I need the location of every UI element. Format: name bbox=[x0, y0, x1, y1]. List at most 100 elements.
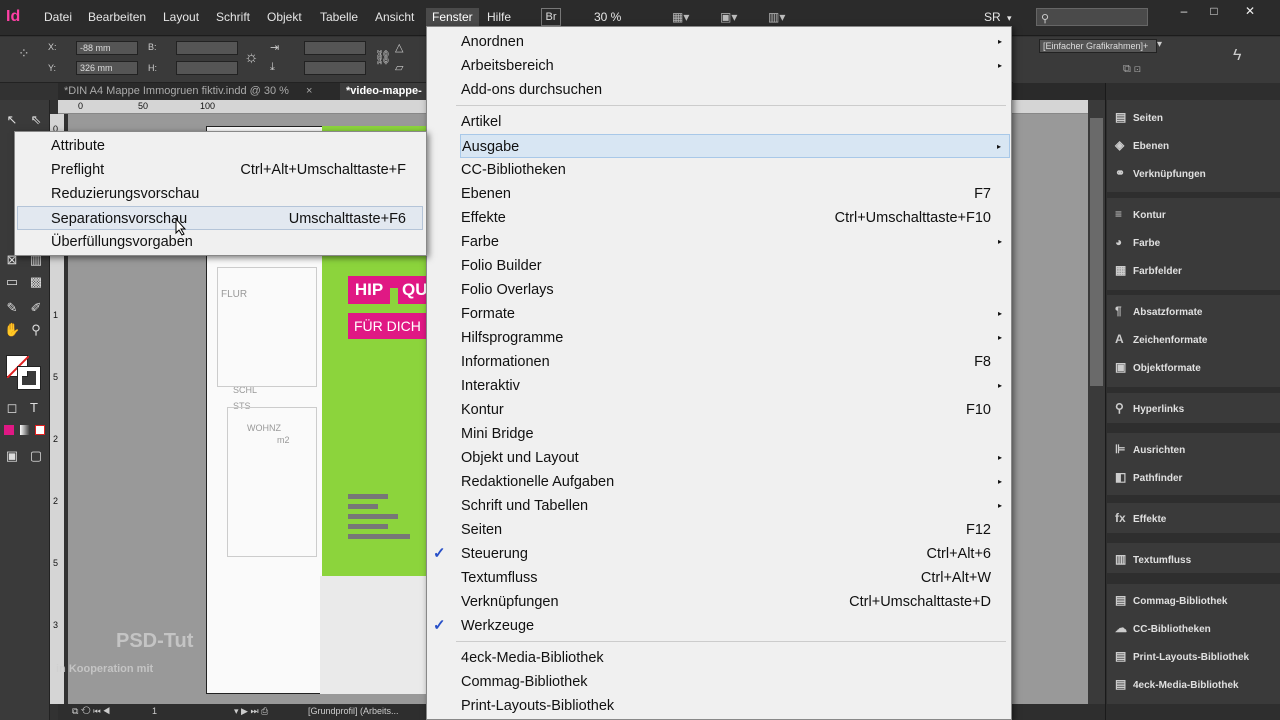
page-nav-next-icon[interactable]: ▾ ▶ ⏭ ⎙ bbox=[234, 706, 268, 717]
selection-tool-icon[interactable]: ↖ bbox=[4, 112, 20, 128]
menu-item-farbe[interactable]: Farbe ▸ bbox=[460, 230, 1010, 254]
search-input[interactable]: ⚲ bbox=[1036, 8, 1148, 26]
bridge-button[interactable]: Br bbox=[541, 8, 561, 26]
menu-item-cc-bibliotheken[interactable]: CC-Bibliotheken bbox=[460, 158, 1010, 182]
close-icon[interactable]: × bbox=[306, 85, 312, 97]
zoom-tool-icon[interactable]: ⚲ bbox=[28, 322, 44, 338]
formatting-text-icon[interactable]: T bbox=[26, 400, 42, 416]
menu-hilfe[interactable]: Hilfe bbox=[487, 10, 511, 24]
panel-objektformate[interactable]: ▣ Objektformate bbox=[1115, 359, 1201, 375]
link-icon[interactable]: ⛓ bbox=[374, 49, 392, 66]
menu-objekt[interactable]: Objekt bbox=[267, 10, 302, 24]
panel-effekte[interactable]: fx Effekte bbox=[1115, 510, 1166, 526]
panel-hyperlinks[interactable]: ⚲ Hyperlinks bbox=[1115, 400, 1184, 416]
panel-ebenen[interactable]: ◈ Ebenen bbox=[1115, 137, 1169, 153]
height-field[interactable] bbox=[176, 61, 238, 75]
gradient-feather-tool-icon[interactable]: ▩ bbox=[28, 274, 44, 290]
panel-textumfluss[interactable]: ▥ Textumfluss bbox=[1115, 551, 1191, 567]
submenu-item-attribute[interactable]: Attribute bbox=[50, 134, 422, 158]
formatting-container-icon[interactable]: ◻ bbox=[4, 400, 20, 416]
panel-absatzformate[interactable]: ¶ Absatzformate bbox=[1115, 303, 1202, 319]
menu-tabelle[interactable]: Tabelle bbox=[320, 10, 358, 24]
submenu-item-überfüllungsvorgaben[interactable]: Überfüllungsvorgaben bbox=[50, 230, 422, 254]
menu-item-werkzeuge[interactable]: Werkzeuge bbox=[460, 614, 1010, 638]
reference-point-icon[interactable]: ⁘ bbox=[18, 45, 30, 62]
panel-commag-bibliothek[interactable]: ▤ Commag-Bibliothek bbox=[1115, 592, 1227, 608]
menu-layout[interactable]: Layout bbox=[163, 10, 199, 24]
apply-color-icon[interactable] bbox=[4, 425, 14, 435]
menu-item-folio-overlays[interactable]: Folio Overlays bbox=[460, 278, 1010, 302]
menu-item-folio-builder[interactable]: Folio Builder bbox=[460, 254, 1010, 278]
menu-item-informationen[interactable]: Informationen F8 bbox=[460, 350, 1010, 374]
menu-item-schrift-und-tabellen[interactable]: Schrift und Tabellen ▸ bbox=[460, 494, 1010, 518]
screen-mode-icon[interactable]: ▣▾ bbox=[720, 10, 737, 24]
submenu-item-separationsvorschau[interactable]: Separationsvorschau Umschalttaste+F6 bbox=[17, 206, 423, 230]
chevron-down-icon[interactable]: ▾ bbox=[1007, 13, 1012, 24]
panel-verknüpfungen[interactable]: ⚭ Verknüpfungen bbox=[1115, 165, 1206, 181]
minimize-button[interactable]: – bbox=[1170, 4, 1198, 18]
panel-ausrichten[interactable]: ⊫ Ausrichten bbox=[1115, 441, 1185, 457]
panel-4eck-media-bibliothek[interactable]: ▤ 4eck-Media-Bibliothek bbox=[1115, 676, 1239, 692]
tab-din-a4-mappe[interactable]: *DIN A4 Mappe Immogruen fiktiv.indd @ 30… bbox=[58, 83, 318, 100]
panel-pathfinder[interactable]: ◧ Pathfinder bbox=[1115, 469, 1182, 485]
constrain-proportions-icon[interactable]: ☼ bbox=[244, 49, 259, 67]
menu-item-commag-bibliothek[interactable]: Commag-Bibliothek bbox=[460, 670, 1010, 694]
x-field[interactable]: -88 mm bbox=[76, 41, 138, 55]
y-field[interactable]: 326 mm bbox=[76, 61, 138, 75]
menu-item-hilfsprogramme[interactable]: Hilfsprogramme ▸ bbox=[460, 326, 1010, 350]
screen-mode-icon[interactable]: ▢ bbox=[28, 448, 44, 464]
lightning-icon[interactable]: ϟ bbox=[1233, 47, 1241, 65]
menu-item-mini-bridge[interactable]: Mini Bridge bbox=[460, 422, 1010, 446]
menu-item-formate[interactable]: Formate ▸ bbox=[460, 302, 1010, 326]
note-tool-icon[interactable]: ✎ bbox=[4, 300, 20, 316]
close-button[interactable]: ✕ bbox=[1236, 4, 1264, 18]
scale-y-field[interactable] bbox=[304, 61, 366, 75]
menu-item-4eck-media-bibliothek[interactable]: 4eck-Media-Bibliothek bbox=[460, 646, 1010, 670]
panel-print-layouts-bibliothek[interactable]: ▤ Print-Layouts-Bibliothek bbox=[1115, 648, 1249, 664]
menu-item-anordnen[interactable]: Anordnen ▸ bbox=[460, 30, 1010, 54]
menu-schrift[interactable]: Schrift bbox=[216, 10, 250, 24]
preflight-profile[interactable]: [Grundprofil] (Arbeits... bbox=[308, 706, 399, 716]
panel-farbfelder[interactable]: ▦ Farbfelder bbox=[1115, 262, 1182, 278]
maximize-button[interactable]: □ bbox=[1200, 4, 1228, 18]
menu-item-objekt-und-layout[interactable]: Objekt und Layout ▸ bbox=[460, 446, 1010, 470]
page-nav-icon[interactable]: ⧉ ⟲ ⏮ ◀ bbox=[72, 706, 110, 717]
view-options-icon[interactable]: ▦▾ bbox=[672, 10, 689, 24]
menu-datei[interactable]: Datei bbox=[44, 10, 72, 24]
menu-item-arbeitsbereich[interactable]: Arbeitsbereich ▸ bbox=[460, 54, 1010, 78]
width-field[interactable] bbox=[176, 41, 238, 55]
panel-cc-bibliotheken[interactable]: ☁ CC-Bibliotheken bbox=[1115, 620, 1211, 636]
hand-tool-icon[interactable]: ✋ bbox=[4, 322, 20, 338]
panel-farbe[interactable]: ◕ Farbe bbox=[1115, 234, 1160, 250]
stroke-swatch[interactable] bbox=[17, 366, 41, 390]
menu-item-ausgabe[interactable]: Ausgabe ▸ bbox=[460, 134, 1010, 158]
menu-item-verknüpfungen[interactable]: Verknüpfungen Ctrl+Umschalttaste+D bbox=[460, 590, 1010, 614]
submenu-item-reduzierungsvorschau[interactable]: Reduzierungsvorschau bbox=[50, 182, 422, 206]
menu-fenster[interactable]: Fenster bbox=[426, 8, 479, 26]
workspace-switcher[interactable]: SR bbox=[984, 10, 1001, 24]
arrange-documents-icon[interactable]: ▥▾ bbox=[768, 10, 785, 24]
frame-fitting-icon[interactable]: ⧉ ⊡ bbox=[1123, 63, 1141, 76]
eyedropper-tool-icon[interactable]: ✐ bbox=[28, 300, 44, 316]
scrollbar-thumb[interactable] bbox=[1090, 118, 1103, 386]
menu-bearbeiten[interactable]: Bearbeiten bbox=[88, 10, 146, 24]
gradient-tool-icon[interactable]: ▭ bbox=[4, 274, 20, 290]
menu-item-textumfluss[interactable]: Textumfluss Ctrl+Alt+W bbox=[460, 566, 1010, 590]
menu-item-ebenen[interactable]: Ebenen F7 bbox=[460, 182, 1010, 206]
submenu-item-preflight[interactable]: Preflight Ctrl+Alt+Umschalttaste+F bbox=[50, 158, 422, 182]
panel-kontur[interactable]: ≡ Kontur bbox=[1115, 206, 1166, 222]
view-mode-icon[interactable]: ▣ bbox=[4, 448, 20, 464]
menu-item-seiten[interactable]: Seiten F12 bbox=[460, 518, 1010, 542]
menu-item-steuerung[interactable]: Steuerung Ctrl+Alt+6 bbox=[460, 542, 1010, 566]
direct-selection-tool-icon[interactable]: ⇖ bbox=[28, 112, 44, 128]
apply-none-icon[interactable] bbox=[35, 425, 45, 435]
chevron-down-icon[interactable]: ▾ bbox=[1157, 39, 1162, 50]
apply-gradient-icon[interactable] bbox=[20, 425, 30, 435]
menu-ansicht[interactable]: Ansicht bbox=[375, 10, 414, 24]
page-number[interactable]: 1 bbox=[152, 706, 157, 716]
menu-item-kontur[interactable]: Kontur F10 bbox=[460, 398, 1010, 422]
tab-video-mappe[interactable]: *video-mappe- bbox=[340, 83, 428, 100]
menu-item-effekte[interactable]: Effekte Ctrl+Umschalttaste+F10 bbox=[460, 206, 1010, 230]
panel-zeichenformate[interactable]: A Zeichenformate bbox=[1115, 331, 1207, 347]
menu-item-redaktionelle-aufgaben[interactable]: Redaktionelle Aufgaben ▸ bbox=[460, 470, 1010, 494]
